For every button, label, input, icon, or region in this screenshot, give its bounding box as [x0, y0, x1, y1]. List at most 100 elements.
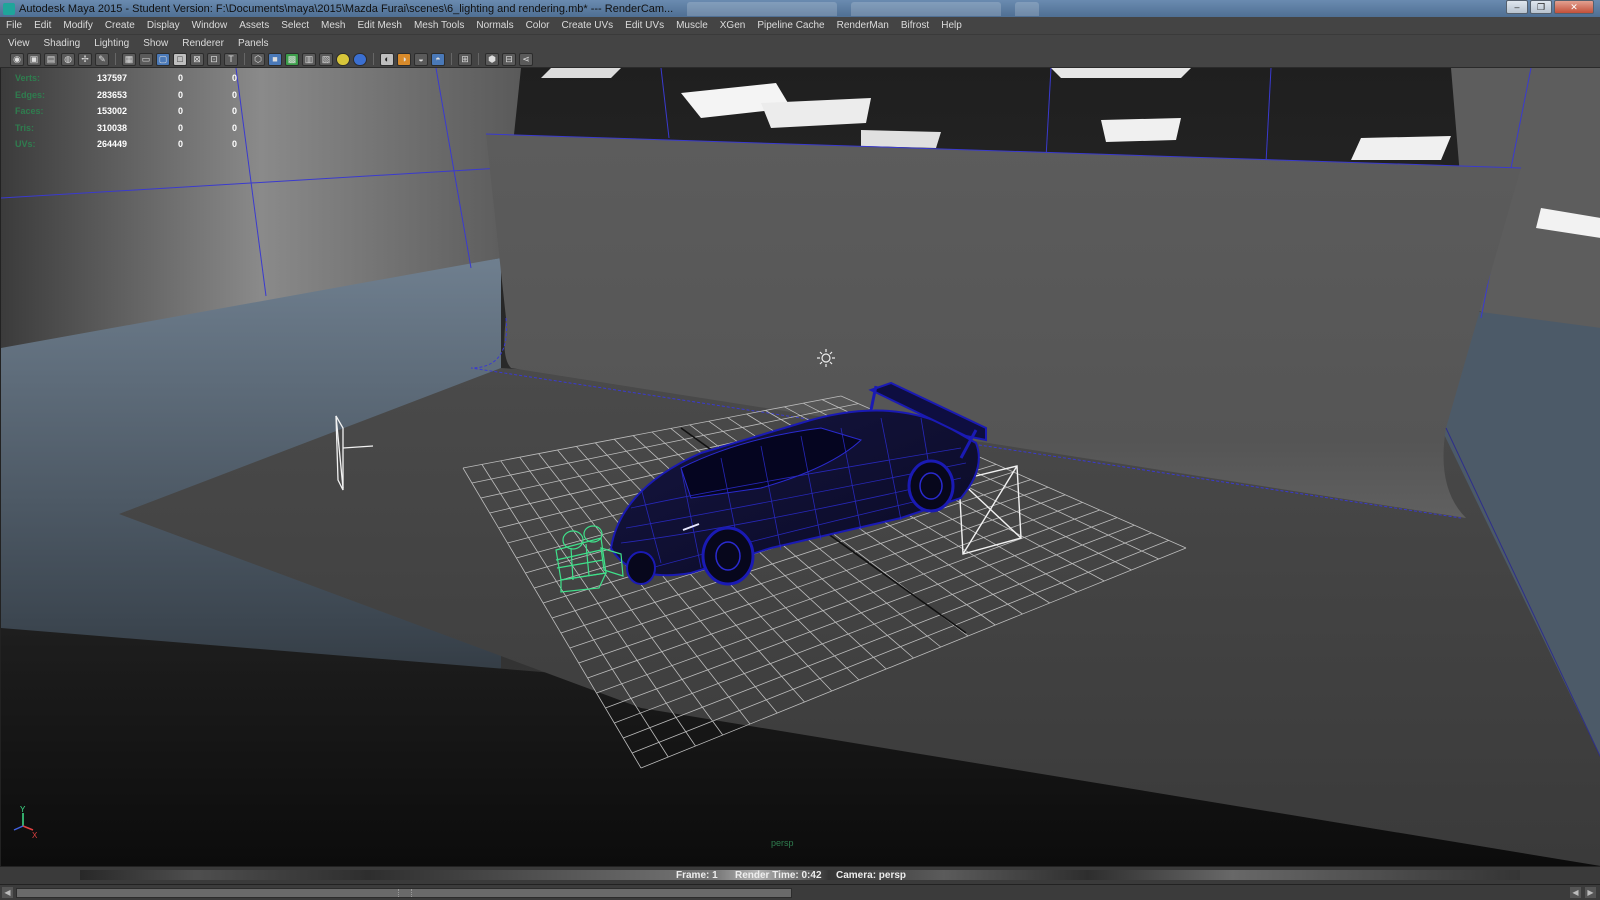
window-titlebar: Autodesk Maya 2015 - Student Version: F:… — [0, 0, 1600, 17]
share-icon[interactable]: ⋖ — [519, 52, 533, 66]
menu-muscle[interactable]: Muscle — [670, 20, 714, 31]
hud-row-tris: Tris: 310038 0 0 — [15, 120, 237, 137]
maya-app-icon — [3, 2, 15, 15]
ceiling-light — [861, 130, 941, 148]
menu-bifrost[interactable]: Bifrost — [895, 20, 935, 31]
scene-render: Y X — [1, 68, 1600, 866]
resolution-gate-icon[interactable]: ▢ — [156, 52, 170, 66]
main-menubar: File Edit Modify Create Display Window A… — [0, 17, 1600, 35]
window-title: Autodesk Maya 2015 - Student Version: F:… — [19, 2, 674, 15]
menu-edit-mesh[interactable]: Edit Mesh — [351, 20, 407, 31]
camera-attributes-icon[interactable]: ▣ — [27, 52, 41, 66]
ambient-occlusion-icon[interactable] — [353, 52, 367, 66]
ceiling-light — [1051, 68, 1191, 78]
ceiling-light — [1351, 136, 1451, 160]
shadows-icon[interactable] — [336, 52, 350, 66]
menu-create-uvs[interactable]: Create UVs — [555, 20, 619, 31]
frame-status: Frame: 1 — [676, 870, 718, 881]
toolbar-separator — [373, 53, 374, 65]
camera-status: Camera: persp — [836, 870, 907, 881]
xray-icon[interactable]: ◑ — [397, 52, 411, 66]
scroll-left-arrow-icon[interactable]: ◀ — [1570, 887, 1581, 898]
taskbar-ghost-tab — [1015, 1, 1040, 16]
panel-menubar: View Shading Lighting Show Renderer Pane… — [0, 35, 1600, 51]
panel-menu-renderer[interactable]: Renderer — [175, 38, 231, 49]
viewport-camera-name: persp — [771, 838, 794, 848]
panel-menu-lighting[interactable]: Lighting — [87, 38, 136, 49]
menu-modify[interactable]: Modify — [57, 20, 98, 31]
menu-mesh[interactable]: Mesh — [315, 20, 351, 31]
image-plane-icon[interactable]: ◍ — [61, 52, 75, 66]
xray-active-components-icon[interactable]: ◓ — [431, 52, 445, 66]
menu-edit-uvs[interactable]: Edit UVs — [619, 20, 670, 31]
taskbar-ghost-tab — [851, 1, 1002, 16]
hud-component: 0 — [231, 139, 237, 149]
gate-mask-icon[interactable]: □ — [173, 52, 187, 66]
hud-total: 153002 — [96, 106, 127, 116]
scroll-right-arrow-icon[interactable]: ▶ — [1585, 887, 1596, 898]
menu-edit[interactable]: Edit — [28, 20, 57, 31]
menu-display[interactable]: Display — [141, 20, 186, 31]
hud-toggle-icon[interactable]: ⬢ — [485, 52, 499, 66]
field-chart-icon[interactable]: ⊠ — [190, 52, 204, 66]
hud-selected: 0 — [177, 122, 183, 133]
menu-xgen[interactable]: XGen — [714, 20, 752, 31]
axis-y-label: Y — [20, 805, 26, 814]
ceiling-light — [1101, 118, 1181, 142]
hud-component: 0 — [231, 122, 237, 133]
menu-window[interactable]: Window — [186, 20, 234, 31]
wireframe-on-shaded-icon[interactable]: ▩ — [285, 52, 299, 66]
hud-total: 283653 — [96, 89, 127, 100]
maximize-button[interactable]: ❐ — [1530, 0, 1552, 14]
menu-normals[interactable]: Normals — [470, 20, 519, 31]
hud-row-verts: Verts: 137597 0 0 — [15, 70, 237, 87]
hud-selected: 0 — [177, 106, 183, 116]
hud-label: Edges: — [15, 89, 46, 100]
panel-menu-view[interactable]: View — [0, 38, 37, 49]
minimize-button[interactable]: – — [1506, 0, 1528, 14]
close-button[interactable]: ✕ — [1554, 0, 1594, 14]
safe-title-icon[interactable]: T — [224, 52, 238, 66]
ceiling-light — [761, 98, 871, 128]
film-gate-icon[interactable]: ▭ — [139, 52, 153, 66]
perspective-viewport[interactable]: Y X Verts: 137597 0 0 Edges: 283653 0 0 … — [0, 68, 1600, 866]
isolate-select-icon[interactable]: ◐ — [380, 52, 394, 66]
hud-component: 0 — [231, 106, 237, 116]
hud-selected: 0 — [177, 89, 183, 100]
xray-joints-icon[interactable]: ◒ — [414, 52, 428, 66]
menu-renderman[interactable]: RenderMan — [831, 20, 895, 31]
panel-menu-shading[interactable]: Shading — [37, 38, 88, 49]
menu-create[interactable]: Create — [99, 20, 141, 31]
menu-pipeline-cache[interactable]: Pipeline Cache — [751, 20, 830, 31]
hud-total: 310038 — [96, 122, 127, 133]
viewport-renderer-icon[interactable]: ⊞ — [458, 52, 472, 66]
smooth-shade-icon[interactable]: ■ — [268, 52, 282, 66]
frame-all-icon[interactable]: ⊟ — [502, 52, 516, 66]
scroll-left-arrow-icon[interactable]: ◀ — [2, 887, 13, 898]
hud-row-uvs: UVs: 264449 0 0 — [15, 136, 237, 153]
window-controls: – ❐ ✕ — [1506, 0, 1594, 14]
bookmark-icon[interactable]: ▤ — [44, 52, 58, 66]
wireframe-icon[interactable]: ⬡ — [251, 52, 265, 66]
use-all-lights-icon[interactable]: ▧ — [319, 52, 333, 66]
select-camera-icon[interactable]: ◉ — [10, 52, 24, 66]
grease-pencil-icon[interactable]: ✎ — [95, 52, 109, 66]
menu-color[interactable]: Color — [520, 20, 556, 31]
safe-action-icon[interactable]: ⊡ — [207, 52, 221, 66]
menu-file[interactable]: File — [0, 20, 28, 31]
textured-icon[interactable]: ▥ — [302, 52, 316, 66]
menu-assets[interactable]: Assets — [233, 20, 275, 31]
horizontal-scrollbar[interactable]: ◀ ◀ ▶ — [0, 884, 1600, 900]
panel-menu-show[interactable]: Show — [136, 38, 175, 49]
panel-menu-panels[interactable]: Panels — [231, 38, 276, 49]
two-d-pan-zoom-icon[interactable]: ✢ — [78, 52, 92, 66]
scrollbar-grip — [398, 889, 412, 897]
hud-selected: 0 — [177, 73, 183, 83]
hud-label: Tris: — [15, 122, 35, 133]
grid-toggle-icon[interactable]: ▦ — [122, 52, 136, 66]
ceiling-light — [541, 68, 621, 78]
hud-component: 0 — [231, 89, 237, 100]
menu-help[interactable]: Help — [935, 20, 968, 31]
menu-select[interactable]: Select — [275, 20, 315, 31]
menu-mesh-tools[interactable]: Mesh Tools — [408, 20, 470, 31]
